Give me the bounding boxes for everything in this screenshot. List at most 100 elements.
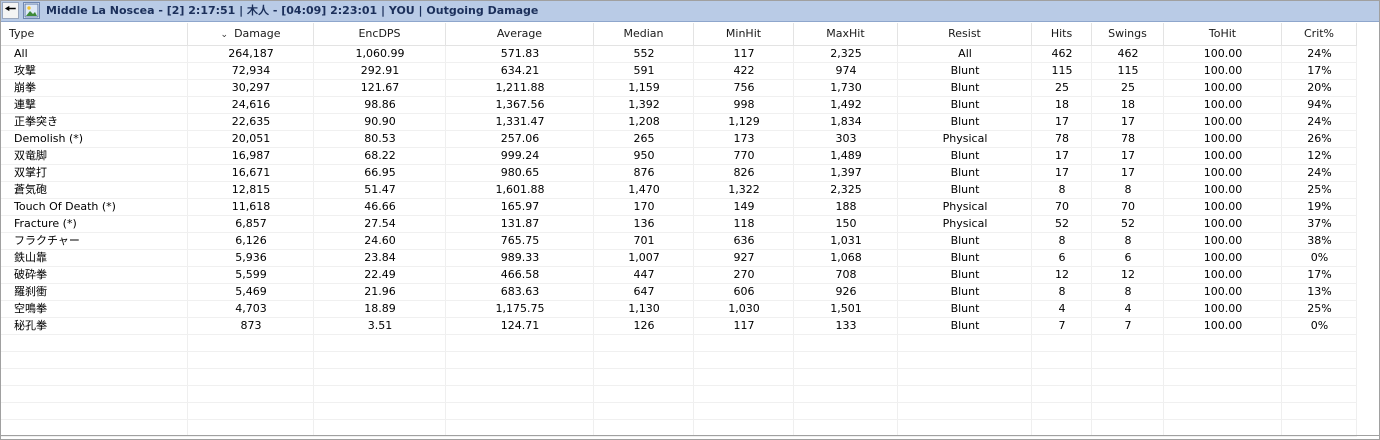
column-header-minhit[interactable]: MinHit (694, 23, 794, 45)
cell-resist: Blunt (950, 319, 980, 332)
table-row[interactable]: Demolish (*) 20,051 80.53 257.06 265 173 303 Ph… (0, 131, 1357, 148)
table-row[interactable]: 双掌打 16,671 66.95 980.65 876 826 1,397 Blunt 17 17… (0, 165, 1357, 182)
cell-median: 136 (633, 217, 655, 230)
cell-tohit: 100.00 (1203, 200, 1243, 213)
cell-hits: 17 (1055, 115, 1069, 128)
cell-average: 980.65 (500, 166, 540, 179)
table-row[interactable]: 破砕拳 5,599 22.49 466.58 447 270 708 Blunt 12 12 100… (0, 267, 1357, 284)
cell-maxhit: 1,834 (830, 115, 862, 128)
cell-damage: 264,187 (228, 47, 274, 60)
cell-encdps: 18.89 (364, 302, 396, 315)
cell-swings: 4 (1124, 302, 1132, 315)
cell-encdps: 80.53 (364, 132, 396, 145)
cell-maxhit: 708 (835, 268, 857, 281)
cell-swings: 115 (1117, 64, 1139, 77)
cell-type: 羅刹衝 (14, 285, 47, 298)
column-header-damage[interactable]: ⌄ Damage (188, 23, 314, 45)
table-row[interactable]: 空鳴拳 4,703 18.89 1,175.75 1,130 1,030 1,501 Blun… (0, 301, 1357, 318)
table-row[interactable]: フラクチャー 6,126 24.60 765.75 701 636 1,031 Blunt 8 8… (0, 233, 1357, 250)
cell-swings: 18 (1121, 98, 1135, 111)
back-button[interactable]: 🠔 (2, 2, 19, 19)
table-row[interactable]: Touch Of Death (*) 11,618 46.66 165.97 170 14… (0, 199, 1357, 216)
cell-median: 1,470 (628, 183, 660, 196)
cell-minhit: 117 (733, 319, 755, 332)
table-row[interactable]: All 264,187 1,060.99 571.83 552 117 2,325 All 46… (0, 46, 1357, 63)
cell-type: 蒼気砲 (14, 183, 47, 196)
chevron-down-icon: ⌄ (220, 30, 229, 40)
cell-encdps: 3.51 (367, 319, 393, 332)
column-header-resist[interactable]: Resist (898, 23, 1032, 45)
table-row[interactable]: 蒼気砲 12,815 51.47 1,601.88 1,470 1,322 2,325 Blu… (0, 182, 1357, 199)
cell-minhit: 422 (733, 64, 755, 77)
table-row[interactable]: 攻撃 72,934 292.91 634.21 591 422 974 Blunt 115 115… (0, 63, 1357, 80)
column-header-median[interactable]: Median (594, 23, 694, 45)
cell-minhit: 1,129 (728, 115, 760, 128)
table-row[interactable]: 秘孔拳 873 3.51 124.71 126 117 133 Blunt 7 7 100.00 0% (0, 318, 1357, 335)
table-row[interactable]: Fracture (*) 6,857 27.54 131.87 136 118 150 Phy… (0, 216, 1357, 233)
cell-encdps: 22.49 (364, 268, 396, 281)
cell-hits: 17 (1055, 149, 1069, 162)
cell-swings: 17 (1121, 115, 1135, 128)
cell-crit: 0% (1310, 251, 1329, 264)
cell-average: 683.63 (500, 285, 540, 298)
column-header-tohit[interactable]: ToHit (1164, 23, 1282, 45)
cell-minhit: 270 (733, 268, 755, 281)
cell-maxhit: 133 (835, 319, 857, 332)
cell-hits: 6 (1058, 251, 1066, 264)
cell-crit: 25% (1307, 302, 1332, 315)
table-row[interactable]: 正拳突き 22,635 90.90 1,331.47 1,208 1,129 1,834 Bl… (0, 114, 1357, 131)
cell-average: 1,367.56 (495, 98, 545, 111)
picture-icon[interactable] (23, 2, 40, 19)
column-header-label: Resist (948, 27, 981, 40)
cell-hits: 115 (1051, 64, 1073, 77)
cell-median: 126 (633, 319, 655, 332)
cell-crit: 17% (1307, 268, 1332, 281)
cell-average: 466.58 (500, 268, 540, 281)
table-row[interactable]: 鉄山靠 5,936 23.84 989.33 1,007 927 1,068 Blunt 6 6 1… (0, 250, 1357, 267)
table-row[interactable]: 羅刹衝 5,469 21.96 683.63 647 606 926 Blunt 8 8 100.0… (0, 284, 1357, 301)
cell-encdps: 46.66 (364, 200, 396, 213)
cell-maxhit: 926 (835, 285, 857, 298)
cell-damage: 22,635 (231, 115, 271, 128)
encounter-window: 🠔 Middle La Noscea - [2] 2:17:51 | 木人 - … (0, 0, 1380, 440)
column-header-label: MaxHit (826, 27, 865, 40)
cell-minhit: 998 (733, 98, 755, 111)
cell-maxhit: 974 (835, 64, 857, 77)
cell-damage: 12,815 (231, 183, 271, 196)
table-row[interactable]: 双竜脚 16,987 68.22 999.24 950 770 1,489 Blunt 17 17… (0, 148, 1357, 165)
column-header-maxhit[interactable]: MaxHit (794, 23, 898, 45)
cell-crit: 19% (1307, 200, 1332, 213)
cell-damage: 24,616 (231, 98, 271, 111)
column-header-hits[interactable]: Hits (1032, 23, 1092, 45)
table-row[interactable]: 崩拳 30,297 121.67 1,211.88 1,159 756 1,730 Blunt… (0, 80, 1357, 97)
column-header-crit[interactable]: Crit% (1282, 23, 1357, 45)
cell-tohit: 100.00 (1203, 285, 1243, 298)
column-header-encdps[interactable]: EncDPS (314, 23, 446, 45)
cell-encdps: 21.96 (364, 285, 396, 298)
table-row[interactable]: 連撃 24,616 98.86 1,367.56 1,392 998 1,492 Blunt 1… (0, 97, 1357, 114)
bottom-divider (0, 435, 1380, 436)
cell-tohit: 100.00 (1203, 132, 1243, 145)
cell-swings: 462 (1117, 47, 1139, 60)
cell-type: 破砕拳 (14, 268, 47, 281)
cell-swings: 6 (1124, 251, 1132, 264)
cell-tohit: 100.00 (1203, 319, 1243, 332)
column-header-average[interactable]: Average (446, 23, 594, 45)
cell-hits: 462 (1051, 47, 1073, 60)
cell-resist: Blunt (950, 115, 980, 128)
cell-minhit: 118 (733, 217, 755, 230)
column-header-type[interactable]: Type (0, 23, 188, 45)
cell-average: 765.75 (500, 234, 540, 247)
cell-crit: 24% (1307, 47, 1332, 60)
cell-encdps: 121.67 (360, 81, 400, 94)
cell-type: 秘孔拳 (14, 319, 47, 332)
cell-crit: 26% (1307, 132, 1332, 145)
cell-tohit: 100.00 (1203, 166, 1243, 179)
cell-type: 空鳴拳 (14, 302, 47, 315)
cell-minhit: 1,322 (728, 183, 760, 196)
column-header-swings[interactable]: Swings (1092, 23, 1164, 45)
cell-resist: Blunt (950, 149, 980, 162)
cell-maxhit: 150 (835, 217, 857, 230)
cell-encdps: 292.91 (360, 64, 400, 77)
cell-average: 571.83 (500, 47, 540, 60)
